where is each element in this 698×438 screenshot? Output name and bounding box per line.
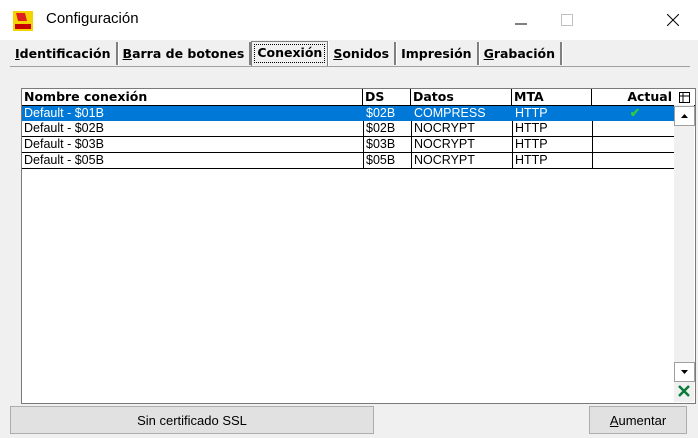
cell-mta: HTTP [512, 106, 592, 121]
tab-divider [10, 66, 690, 67]
table-row[interactable]: Default - $01B $02B COMPRESS HTTP ✔ [22, 106, 674, 121]
title-bar: Configuración [0, 0, 698, 40]
table-row[interactable]: Default - $03B $03B NOCRYPT HTTP [22, 137, 675, 153]
column-header-datos[interactable]: Datos [411, 89, 512, 105]
tab-impresion[interactable]: Impresión [396, 42, 479, 65]
excel-icon[interactable] [674, 382, 694, 400]
cell-mta: HTTP [512, 137, 592, 153]
grid-header: Nombre conexión DS Datos MTA Actual [22, 89, 695, 106]
arrow-up-icon [681, 114, 688, 118]
table-row[interactable]: Default - $05B $05B NOCRYPT HTTP [22, 153, 675, 169]
tab-grabacion[interactable]: Grabación [479, 42, 562, 65]
tab-label: arra de botones [132, 46, 245, 61]
tab-label: Conexión [257, 45, 323, 60]
tab-label: rabación [493, 46, 555, 61]
tab-label: dentificación [19, 46, 111, 61]
column-header-mta[interactable]: MTA [512, 89, 592, 105]
cell-nombre: Default - $01B [24, 106, 104, 120]
check-icon: ✔ [592, 106, 675, 121]
arrow-down-icon [681, 370, 688, 374]
cell-nombre: Default - $02B [22, 121, 363, 137]
column-header-nombre[interactable]: Nombre conexión [22, 89, 363, 105]
scroll-down-button[interactable] [674, 362, 695, 382]
maximize-button[interactable] [544, 0, 590, 40]
cell-datos: NOCRYPT [411, 121, 512, 137]
cell-datos: COMPRESS [411, 106, 512, 121]
cell-ds: $05B [363, 153, 411, 169]
cell-datos: NOCRYPT [411, 137, 512, 153]
tab-accel: B [122, 46, 133, 61]
connections-grid: Nombre conexión DS Datos MTA Actual Defa… [21, 88, 696, 404]
window-title: Configuración [46, 10, 139, 27]
close-button[interactable] [650, 0, 696, 40]
cell-ds: $03B [363, 137, 411, 153]
maximize-icon [561, 14, 573, 26]
add-label: umentar [618, 412, 667, 428]
tab-label: Impresión [401, 46, 472, 61]
column-header-actual[interactable]: Actual [592, 89, 674, 105]
tab-conexion[interactable]: Conexión [251, 41, 329, 66]
tab-sonidos[interactable]: Sonidos [328, 42, 397, 65]
tab-identificacion[interactable]: Identificación [10, 42, 118, 65]
column-header-ds[interactable]: DS [363, 89, 411, 105]
dialog-client: Identificación Barra de botones Conexión… [0, 40, 698, 438]
tab-label: onidos [342, 46, 390, 61]
cell-nombre: Default - $05B [22, 153, 363, 169]
minimize-button[interactable] [498, 0, 544, 40]
minimize-icon [515, 23, 527, 25]
add-button[interactable]: Aumentar [589, 406, 687, 434]
cell-ds: $02B [363, 106, 411, 121]
column-chooser-icon[interactable] [674, 89, 694, 105]
cell-actual [592, 153, 675, 169]
cell-nombre: Default - $03B [22, 137, 363, 153]
excel-glyph [678, 385, 690, 397]
cell-actual [592, 121, 675, 137]
vertical-scrollbar[interactable] [674, 89, 695, 402]
tab-accel: G [483, 46, 494, 61]
add-accel: A [609, 412, 619, 428]
cell-mta: HTTP [512, 153, 592, 169]
cell-mta: HTTP [512, 121, 592, 137]
scroll-up-button[interactable] [674, 106, 695, 126]
cell-ds: $02B [363, 121, 411, 137]
table-row[interactable]: Default - $02B $02B NOCRYPT HTTP [22, 121, 675, 137]
cell-datos: NOCRYPT [411, 153, 512, 169]
app-icon [13, 11, 33, 31]
column-chooser-glyph [678, 91, 690, 103]
ssl-certificate-button[interactable]: Sin certificado SSL [10, 406, 374, 434]
tab-strip: Identificación Barra de botones Conexión… [10, 41, 562, 66]
tab-accel: S [333, 46, 343, 61]
tab-barra-de-botones[interactable]: Barra de botones [118, 42, 252, 65]
close-icon [667, 14, 679, 26]
cell-actual [592, 137, 675, 153]
